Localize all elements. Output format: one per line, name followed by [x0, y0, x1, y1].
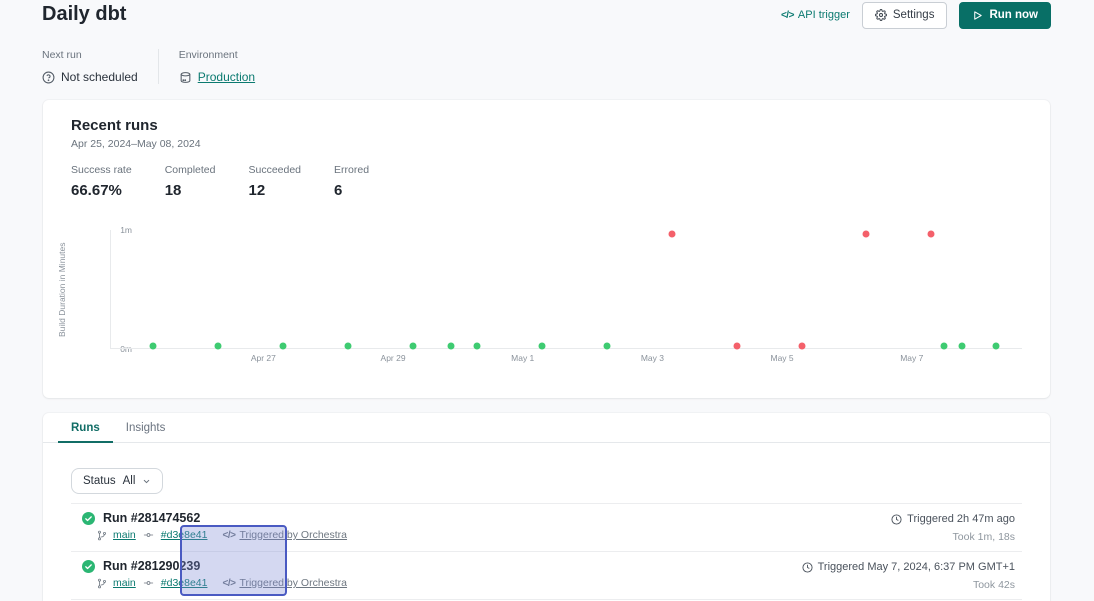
code-icon: </>	[222, 578, 235, 589]
build-duration-chart[interactable]: Apr 27Apr 29May 1May 3May 5May 7	[110, 230, 1022, 349]
chart-point-error[interactable]	[798, 342, 805, 349]
chart-point-error[interactable]	[733, 342, 740, 349]
chart-point-success[interactable]	[539, 342, 546, 349]
help-circle-icon	[42, 71, 55, 84]
environment-block: Environment Production	[179, 49, 255, 84]
recent-runs-title: Recent runs	[71, 117, 158, 134]
chart-xtick: Apr 29	[381, 353, 406, 363]
stat-completed: Completed 18	[165, 164, 216, 199]
api-trigger-link[interactable]: </> API trigger	[781, 9, 850, 21]
chart-point-success[interactable]	[448, 342, 455, 349]
chart-point-success[interactable]	[941, 342, 948, 349]
chart-xtick: May 5	[771, 353, 794, 363]
runs-list: Run #281474562 main #d3e8e41 </> Trigger…	[71, 503, 1022, 600]
trigger-source-link[interactable]: Triggered by Orchestra	[239, 529, 347, 541]
status-filter-value: All	[123, 475, 136, 487]
chart-y-axis-label: Build Duration in Minutes	[57, 230, 71, 349]
git-branch-icon	[97, 530, 107, 541]
status-filter-label: Status	[83, 475, 116, 487]
chart-point-success[interactable]	[150, 342, 157, 349]
run-success-status-icon	[82, 512, 95, 525]
settings-button[interactable]: Settings	[862, 2, 948, 29]
branch-link[interactable]: main	[113, 577, 136, 589]
chart-point-error[interactable]	[863, 230, 870, 237]
chart-point-success[interactable]	[279, 342, 286, 349]
page-title: Daily dbt	[42, 3, 126, 26]
chart-xtick: May 1	[511, 353, 534, 363]
chevron-down-icon	[142, 477, 151, 486]
run-row[interactable]: Run #281474562 main #d3e8e41 </> Trigger…	[71, 504, 1022, 552]
chart-xtick: May 3	[641, 353, 664, 363]
chart-point-error[interactable]	[668, 230, 675, 237]
database-icon	[179, 71, 192, 84]
commit-icon	[142, 578, 155, 588]
run-title: Run #281290239	[103, 559, 200, 573]
chart-point-success[interactable]	[604, 342, 611, 349]
tab-insights[interactable]: Insights	[113, 413, 179, 442]
next-run-value: Not scheduled	[61, 70, 138, 84]
next-run-label: Next run	[42, 49, 138, 61]
git-branch-icon	[97, 578, 107, 589]
runs-card: Runs Insights Status All Run #281474562	[43, 413, 1050, 601]
chart-xtick: May 7	[900, 353, 923, 363]
environment-label: Environment	[179, 49, 255, 61]
clock-icon	[802, 562, 813, 573]
run-success-status-icon	[82, 560, 95, 573]
run-now-label: Run now	[989, 9, 1038, 21]
branch-link[interactable]: main	[113, 529, 136, 541]
run-duration: Took 42s	[802, 579, 1015, 591]
settings-label: Settings	[893, 9, 935, 21]
chart-point-success[interactable]	[409, 342, 416, 349]
run-title: Run #281474562	[103, 511, 200, 525]
code-icon: </>	[222, 530, 235, 541]
commit-link[interactable]: #d3e8e41	[161, 577, 208, 589]
stat-errored: Errored 6	[334, 164, 371, 199]
api-trigger-label: API trigger	[798, 9, 850, 21]
run-row[interactable]: Run #281290239 main #d3e8e41 </> Trigger…	[71, 552, 1022, 600]
job-meta-row: Next run Not scheduled Environment	[42, 49, 255, 84]
environment-link[interactable]: Production	[198, 70, 255, 84]
chart-point-error[interactable]	[928, 230, 935, 237]
code-icon: </>	[781, 10, 794, 21]
recent-runs-date-range: Apr 25, 2024–May 08, 2024	[71, 138, 201, 150]
play-icon	[972, 10, 983, 21]
commit-icon	[142, 530, 155, 540]
stat-succeeded: Succeeded 12	[248, 164, 301, 199]
meta-divider	[158, 49, 159, 84]
run-duration: Took 1m, 18s	[891, 531, 1015, 543]
status-filter-dropdown[interactable]: Status All	[71, 468, 163, 494]
stats-row: Success rate 66.67% Completed 18 Succeed…	[71, 164, 371, 199]
stat-success-rate: Success rate 66.67%	[71, 164, 132, 199]
clock-icon	[891, 514, 902, 525]
run-triggered-time: Triggered May 7, 2024, 6:37 PM GMT+1	[818, 561, 1015, 573]
chart-point-success[interactable]	[214, 342, 221, 349]
chart-point-success[interactable]	[993, 342, 1000, 349]
run-now-button[interactable]: Run now	[959, 2, 1051, 29]
next-run-block: Next run Not scheduled	[42, 49, 138, 84]
trigger-source-link[interactable]: Triggered by Orchestra	[239, 577, 347, 589]
commit-link[interactable]: #d3e8e41	[161, 529, 208, 541]
chart-xtick: Apr 27	[251, 353, 276, 363]
gear-icon	[875, 9, 887, 21]
header-actions: </> API trigger Settings Run now	[781, 1, 1051, 29]
run-triggered-time: Triggered 2h 47m ago	[907, 513, 1015, 525]
tab-bar: Runs Insights	[43, 413, 1050, 443]
chart-point-success[interactable]	[958, 342, 965, 349]
chart-point-success[interactable]	[344, 342, 351, 349]
tab-runs[interactable]: Runs	[58, 413, 113, 442]
chart-point-success[interactable]	[474, 342, 481, 349]
recent-runs-card: Recent runs Apr 25, 2024–May 08, 2024 Su…	[43, 100, 1050, 398]
